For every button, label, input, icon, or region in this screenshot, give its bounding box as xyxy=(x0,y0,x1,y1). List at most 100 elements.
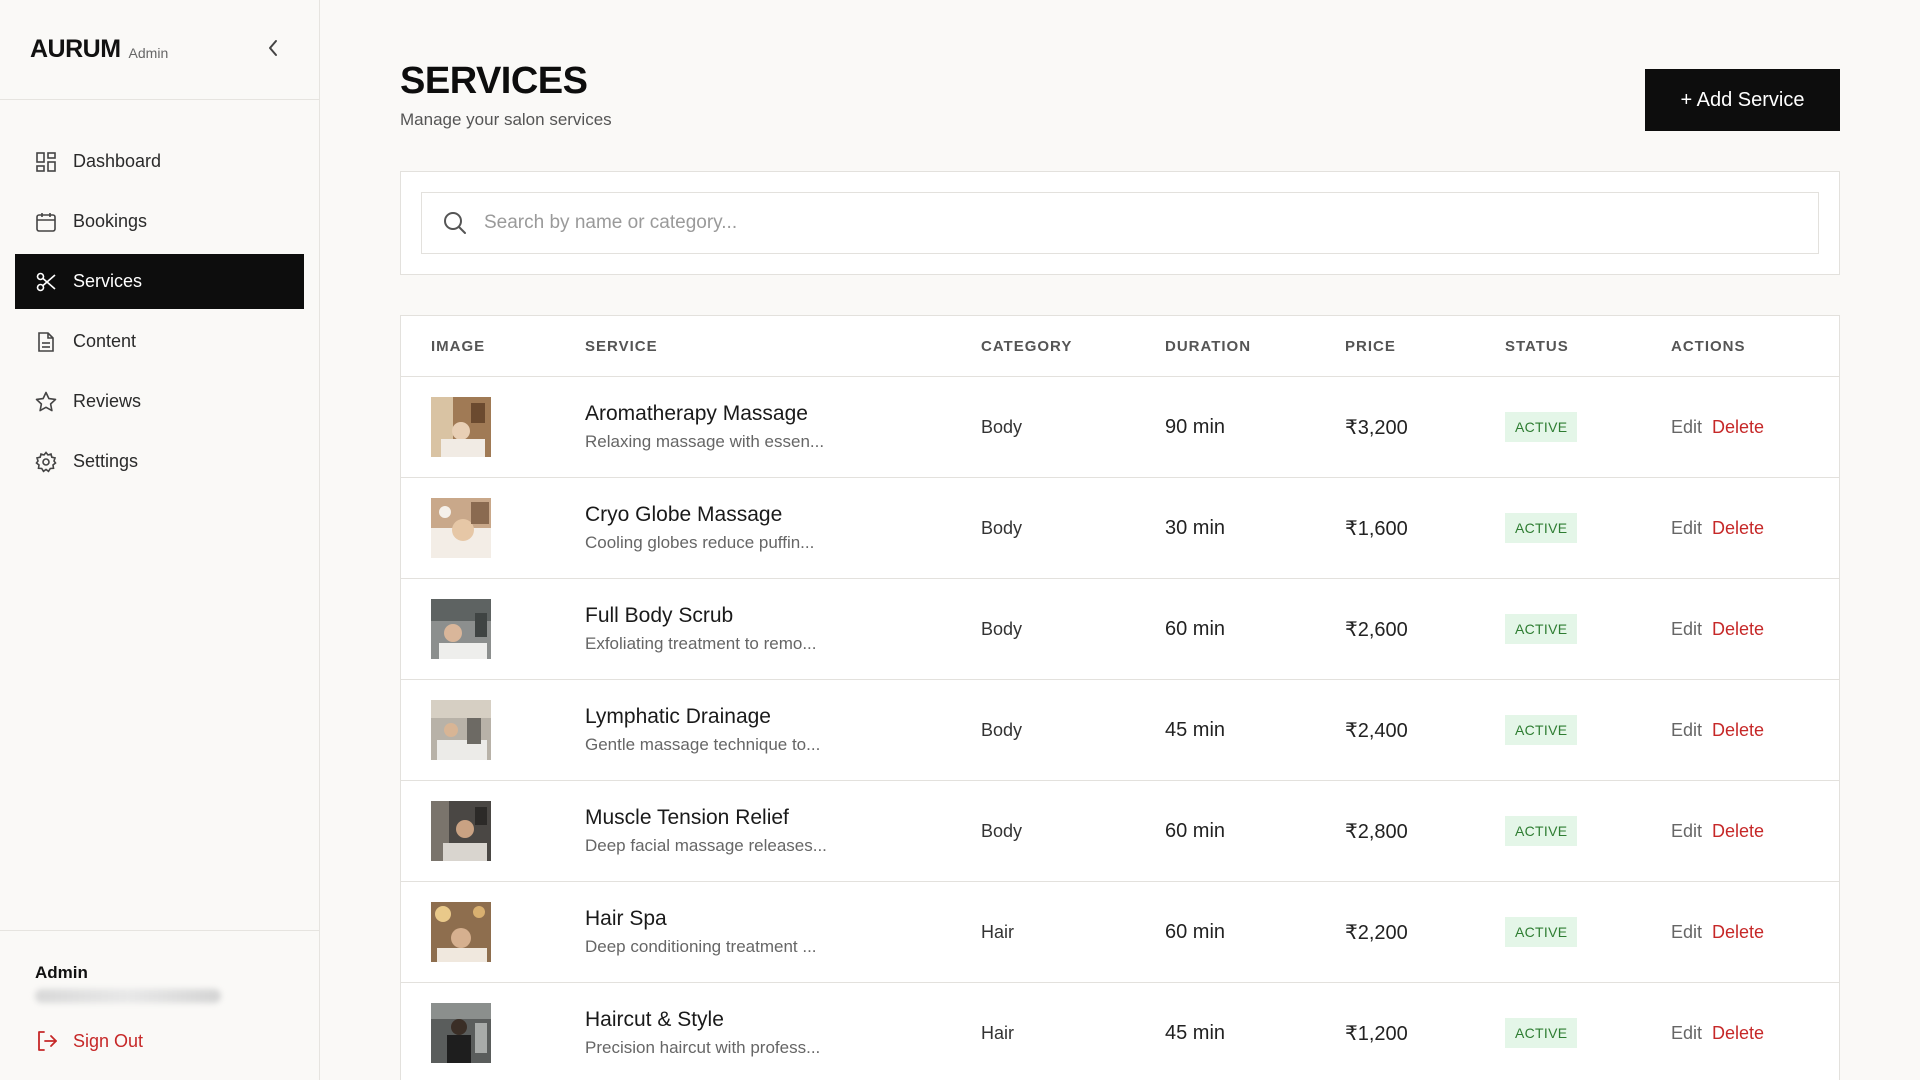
sidebar-item-label: Content xyxy=(73,331,137,351)
brand: AURUM Admin xyxy=(0,0,319,100)
sidebar-footer: Admin Sign Out xyxy=(0,930,319,1080)
page-subtitle: Manage your salon services xyxy=(400,110,612,129)
scissors-icon xyxy=(35,271,57,293)
document-icon xyxy=(35,331,57,353)
service-description: Gentle massage technique to... xyxy=(585,735,821,754)
table-header: IMAGE SERVICE CATEGORY DURATION PRICE ST… xyxy=(401,316,1839,377)
status-badge: ACTIVE xyxy=(1505,614,1578,644)
service-thumbnail xyxy=(431,599,491,659)
delete-button[interactable]: Delete xyxy=(1712,720,1764,741)
service-duration: 60 min xyxy=(1165,819,1226,842)
service-thumbnail xyxy=(431,902,491,962)
service-name: Cryo Globe Massage xyxy=(585,503,783,526)
user-name: Admin xyxy=(35,963,88,982)
service-duration: 60 min xyxy=(1165,920,1226,943)
brand-logo: AURUM xyxy=(30,35,121,63)
sidebar-item-content[interactable]: Content xyxy=(15,314,304,369)
service-price: ₹1,600 xyxy=(1345,517,1408,540)
add-service-button[interactable]: + Add Service xyxy=(1645,69,1840,131)
status-cell: ACTIVE xyxy=(1505,882,1578,982)
column-header-status: STATUS xyxy=(1505,337,1569,355)
search-card xyxy=(400,171,1840,275)
status-badge: ACTIVE xyxy=(1505,715,1578,745)
sidebar-item-reviews[interactable]: Reviews xyxy=(15,374,304,429)
service-category: Body xyxy=(981,618,1023,639)
delete-button[interactable]: Delete xyxy=(1712,619,1764,640)
sidebar-item-label: Dashboard xyxy=(73,151,162,171)
service-thumbnail xyxy=(431,700,491,760)
sidebar-item-dashboard[interactable]: Dashboard xyxy=(15,134,304,189)
service-duration: 30 min xyxy=(1165,516,1226,539)
service-category: Body xyxy=(981,820,1023,841)
table-row: Hair Spa Deep conditioning treatment ...… xyxy=(401,882,1839,983)
services-table: IMAGE SERVICE CATEGORY DURATION PRICE ST… xyxy=(400,315,1840,1080)
status-cell: ACTIVE xyxy=(1505,680,1578,780)
service-price: ₹2,800 xyxy=(1345,820,1408,843)
column-header-service: SERVICE xyxy=(585,337,658,355)
service-description: Cooling globes reduce puffin... xyxy=(585,533,815,552)
service-description: Precision haircut with profess... xyxy=(585,1038,821,1057)
table-row: Muscle Tension Relief Deep facial massag… xyxy=(401,781,1839,882)
page-title: SERVICES xyxy=(400,60,588,102)
search-box[interactable] xyxy=(421,192,1819,254)
service-description: Exfoliating treatment to remo... xyxy=(585,634,817,653)
edit-button[interactable]: Edit xyxy=(1671,922,1702,943)
service-price: ₹2,400 xyxy=(1345,719,1408,742)
brand-subtitle: Admin xyxy=(128,44,169,61)
status-cell: ACTIVE xyxy=(1505,478,1578,578)
sign-out-button[interactable]: Sign Out xyxy=(35,1029,284,1053)
service-description: Deep facial massage releases... xyxy=(585,836,827,855)
delete-button[interactable]: Delete xyxy=(1712,518,1764,539)
sign-out-label: Sign Out xyxy=(73,1030,144,1051)
service-price: ₹3,200 xyxy=(1345,416,1408,439)
calendar-icon xyxy=(35,211,57,233)
edit-button[interactable]: Edit xyxy=(1671,619,1702,640)
edit-button[interactable]: Edit xyxy=(1671,417,1702,438)
sidebar-item-label: Reviews xyxy=(73,391,142,411)
service-category: Body xyxy=(981,517,1023,538)
sidebar-item-settings[interactable]: Settings xyxy=(15,434,304,489)
row-actions: Edit Delete xyxy=(1671,478,1764,578)
service-category: Hair xyxy=(981,921,1015,942)
status-cell: ACTIVE xyxy=(1505,377,1578,477)
service-category: Body xyxy=(981,719,1023,740)
service-price: ₹1,200 xyxy=(1345,1022,1408,1045)
service-name: Full Body Scrub xyxy=(585,604,734,627)
search-icon xyxy=(442,210,468,236)
row-actions: Edit Delete xyxy=(1671,781,1764,881)
column-header-category: CATEGORY xyxy=(981,337,1073,355)
search-input[interactable] xyxy=(484,212,1784,234)
star-icon xyxy=(35,391,57,413)
delete-button[interactable]: Delete xyxy=(1712,417,1764,438)
edit-button[interactable]: Edit xyxy=(1671,720,1702,741)
sidebar-item-label: Bookings xyxy=(73,211,148,231)
sidebar-item-label: Services xyxy=(73,271,143,291)
service-thumbnail xyxy=(431,397,491,457)
row-actions: Edit Delete xyxy=(1671,579,1764,679)
table-row: Cryo Globe Massage Cooling globes reduce… xyxy=(401,478,1839,579)
delete-button[interactable]: Delete xyxy=(1712,821,1764,842)
sidebar-item-services[interactable]: Services xyxy=(15,254,304,309)
status-badge: ACTIVE xyxy=(1505,917,1578,947)
collapse-sidebar-button[interactable] xyxy=(261,36,285,60)
table-row: Full Body Scrub Exfoliating treatment to… xyxy=(401,579,1839,680)
gear-icon xyxy=(35,450,57,473)
service-name: Muscle Tension Relief xyxy=(585,806,789,829)
status-badge: ACTIVE xyxy=(1505,412,1578,442)
sidebar-item-bookings[interactable]: Bookings xyxy=(15,194,304,249)
status-badge: ACTIVE xyxy=(1505,816,1578,846)
service-duration: 45 min xyxy=(1165,1021,1226,1044)
edit-button[interactable]: Edit xyxy=(1671,821,1702,842)
edit-button[interactable]: Edit xyxy=(1671,518,1702,539)
delete-button[interactable]: Delete xyxy=(1712,1023,1764,1044)
service-thumbnail xyxy=(431,1003,491,1063)
service-duration: 60 min xyxy=(1165,617,1226,640)
table-row: Aromatherapy Massage Relaxing massage wi… xyxy=(401,377,1839,478)
service-name: Lymphatic Drainage xyxy=(585,705,771,728)
sidebar: AURUM Admin Dashboard Bookings Services xyxy=(0,0,320,1080)
user-email-redacted xyxy=(35,989,221,1003)
delete-button[interactable]: Delete xyxy=(1712,922,1764,943)
status-cell: ACTIVE xyxy=(1505,781,1578,881)
service-category: Body xyxy=(981,416,1023,437)
edit-button[interactable]: Edit xyxy=(1671,1023,1702,1044)
